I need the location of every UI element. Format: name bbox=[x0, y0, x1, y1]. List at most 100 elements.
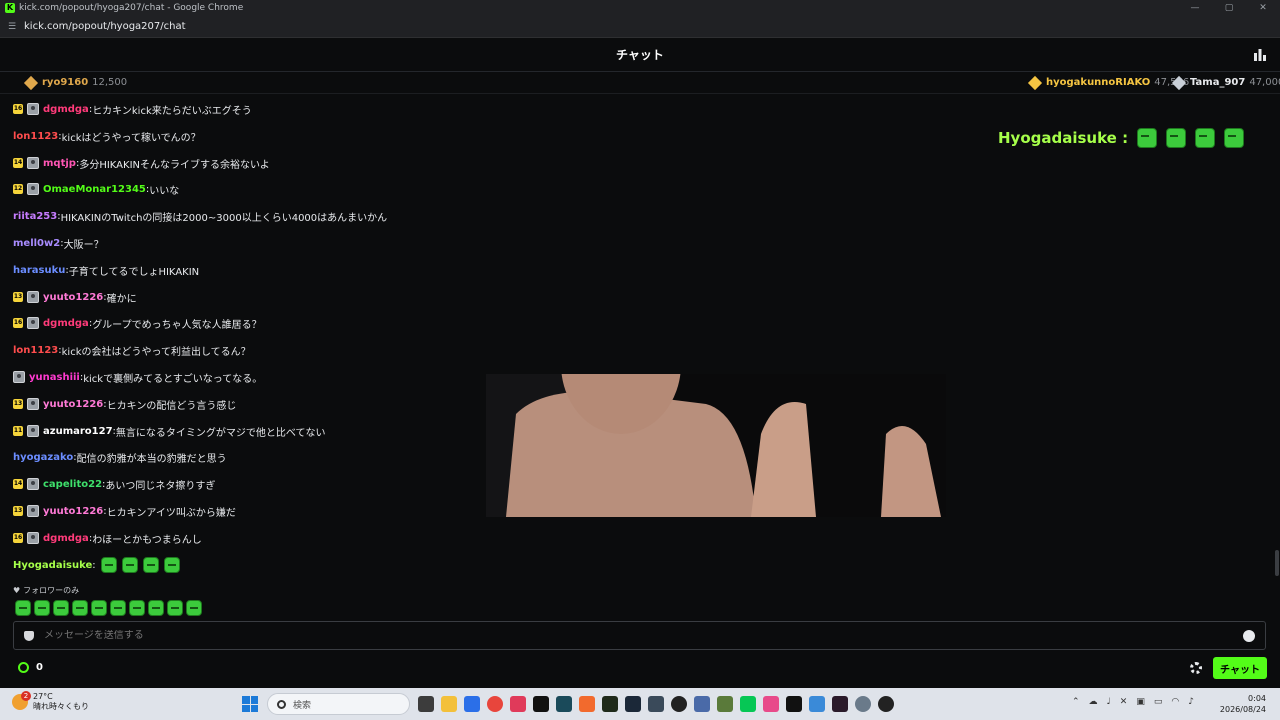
file-explorer-icon[interactable] bbox=[441, 696, 457, 712]
message-username[interactable]: lon1123 bbox=[13, 345, 58, 356]
message-username[interactable]: harasuku bbox=[13, 265, 65, 276]
app-icon[interactable] bbox=[510, 696, 526, 712]
message-username[interactable]: yuuto1226 bbox=[43, 292, 103, 303]
message-username[interactable]: azumaro127 bbox=[43, 426, 113, 437]
gear-icon[interactable] bbox=[1190, 662, 1202, 674]
message-username[interactable]: Hyogadaisuke bbox=[13, 560, 92, 571]
minecraft-icon[interactable] bbox=[717, 696, 733, 712]
chat-scrollbar[interactable] bbox=[1274, 95, 1280, 580]
quick-emote-icon[interactable] bbox=[34, 600, 50, 616]
leader-entry[interactable]: ryo9160 12,500 bbox=[23, 75, 127, 90]
app-icon[interactable] bbox=[602, 696, 618, 712]
app-icon[interactable] bbox=[832, 696, 848, 712]
quick-emote-icon[interactable] bbox=[15, 600, 31, 616]
weather-widget[interactable]: 2 27°C 晴れ時々くもり bbox=[12, 691, 89, 712]
network-icon[interactable]: ☁ bbox=[1089, 697, 1098, 707]
app-tray-icon[interactable]: ▣ bbox=[1136, 697, 1145, 707]
media-player-icon[interactable] bbox=[878, 696, 894, 712]
scrollbar-thumb[interactable] bbox=[1275, 550, 1279, 576]
users-icon[interactable] bbox=[1254, 49, 1266, 61]
overlay-last-message: Hyogadaisuke : bbox=[998, 124, 1245, 152]
brave-icon[interactable] bbox=[579, 696, 595, 712]
message-username[interactable]: dgmdga bbox=[43, 104, 89, 115]
settings-icon[interactable] bbox=[855, 696, 871, 712]
chat-input-box[interactable] bbox=[13, 621, 1266, 650]
points-value: 0 bbox=[36, 662, 43, 673]
gem-icon bbox=[1027, 75, 1043, 90]
url-text[interactable]: kick.com/popout/hyoga207/chat bbox=[24, 21, 186, 32]
mic-icon[interactable]: ♩ bbox=[1107, 697, 1111, 707]
message-separator: : bbox=[92, 559, 96, 571]
app-icon[interactable] bbox=[464, 696, 480, 712]
message-input[interactable] bbox=[44, 630, 1243, 641]
shield-icon[interactable] bbox=[24, 630, 34, 641]
message-username[interactable]: yuuto1226 bbox=[43, 399, 103, 410]
task-view-icon[interactable] bbox=[418, 696, 434, 712]
message-username[interactable]: mqtjp bbox=[43, 158, 76, 169]
steam-icon[interactable] bbox=[625, 696, 641, 712]
message-text: 大阪ー？ bbox=[63, 239, 104, 251]
leader-name: hyogakunnoRIAKO bbox=[1046, 77, 1151, 88]
minimize-button[interactable]: — bbox=[1178, 0, 1212, 16]
message-text: 多分HIKAKINそんなライブする余裕ないよ bbox=[79, 159, 270, 171]
channel-points[interactable]: 0 bbox=[18, 662, 43, 673]
close-button[interactable]: ✕ bbox=[1246, 0, 1280, 16]
app-icon[interactable] bbox=[556, 696, 572, 712]
taskbar-search[interactable]: 検索 bbox=[267, 693, 410, 715]
send-chat-button[interactable]: チャット bbox=[1213, 657, 1267, 679]
maximize-button[interactable]: ▢ bbox=[1212, 0, 1246, 16]
message-username[interactable]: OmaeMonar12345 bbox=[43, 184, 146, 195]
kick-chat-popout: K kick.com/popout/hyoga207/chat - Google… bbox=[0, 0, 1280, 720]
quick-emote-icon[interactable] bbox=[91, 600, 107, 616]
emote-icon bbox=[121, 557, 138, 573]
chat-message: hyogazako: 配信の豹雅が本当の豹雅だと思う bbox=[13, 446, 227, 468]
app-icon[interactable] bbox=[648, 696, 664, 712]
chevron-up-icon[interactable]: ⌃ bbox=[1072, 697, 1080, 707]
message-text: いいな bbox=[149, 185, 180, 197]
message-username[interactable]: hyogazako bbox=[13, 452, 73, 463]
chat-title: チャット bbox=[616, 48, 664, 62]
wifi-icon[interactable]: ◠ bbox=[1171, 697, 1179, 707]
quick-emote-icon[interactable] bbox=[72, 600, 88, 616]
unreal-icon[interactable] bbox=[786, 696, 802, 712]
quick-emote-icon[interactable] bbox=[110, 600, 126, 616]
windows-start-icon[interactable] bbox=[242, 696, 258, 712]
quick-emote-icon[interactable] bbox=[148, 600, 164, 616]
monitor-icon[interactable]: ▭ bbox=[1154, 697, 1163, 707]
quick-emote-icon[interactable] bbox=[186, 600, 202, 616]
quick-emote-icon[interactable] bbox=[129, 600, 145, 616]
message-username[interactable]: dgmdga bbox=[43, 533, 89, 544]
address-bar[interactable]: ☰ kick.com/popout/hyoga207/chat bbox=[0, 16, 1280, 38]
chrome-icon[interactable] bbox=[487, 696, 503, 712]
site-settings-icon[interactable]: ☰ bbox=[8, 22, 18, 32]
tiktok-icon[interactable] bbox=[533, 696, 549, 712]
user-badge-icon bbox=[27, 425, 39, 437]
quick-emote-icon[interactable] bbox=[167, 600, 183, 616]
message-username[interactable]: mell0w2 bbox=[13, 238, 60, 249]
line-icon[interactable] bbox=[740, 696, 756, 712]
quick-emote-icon[interactable] bbox=[53, 600, 69, 616]
message-username[interactable]: riita253 bbox=[13, 211, 57, 222]
message-username[interactable]: lon1123 bbox=[13, 131, 58, 142]
emote-icon bbox=[1166, 128, 1187, 148]
kick-favicon-icon: K bbox=[5, 3, 15, 13]
emoji-picker-icon[interactable] bbox=[1243, 629, 1255, 642]
message-text: ヒカキンの配信どう言う感じ bbox=[106, 400, 237, 412]
taskbar-clock[interactable]: 0:04 2026/08/24 bbox=[1220, 693, 1266, 715]
message-username[interactable]: dgmdga bbox=[43, 318, 89, 329]
message-username[interactable]: yuuto1226 bbox=[43, 506, 103, 517]
app-icon[interactable] bbox=[694, 696, 710, 712]
chat-message: 16 dgmdga: ヒカキンkick来たらだいぶエグそう bbox=[13, 98, 252, 120]
app-icon[interactable] bbox=[809, 696, 825, 712]
leader-entry[interactable]: Tama_907 47,000 bbox=[1171, 75, 1280, 90]
obs-icon[interactable] bbox=[671, 696, 687, 712]
message-username[interactable]: capelito22 bbox=[43, 479, 102, 490]
message-username[interactable]: yunashiii bbox=[29, 372, 80, 383]
app-icon[interactable] bbox=[763, 696, 779, 712]
message-text: 子育てしてるでしょHIKAKIN bbox=[68, 266, 200, 278]
chat-message: harasuku: 子育てしてるでしょHIKAKIN bbox=[13, 259, 199, 281]
close-icon[interactable]: ✕ bbox=[1120, 697, 1128, 707]
leader-entry[interactable]: hyogakunnoRIAKO 47,566 bbox=[1027, 75, 1189, 90]
chat-message: 14 capelito22: あいつ同じネタ擦りすぎ bbox=[13, 473, 215, 495]
volume-icon[interactable]: ♪ bbox=[1188, 697, 1194, 707]
